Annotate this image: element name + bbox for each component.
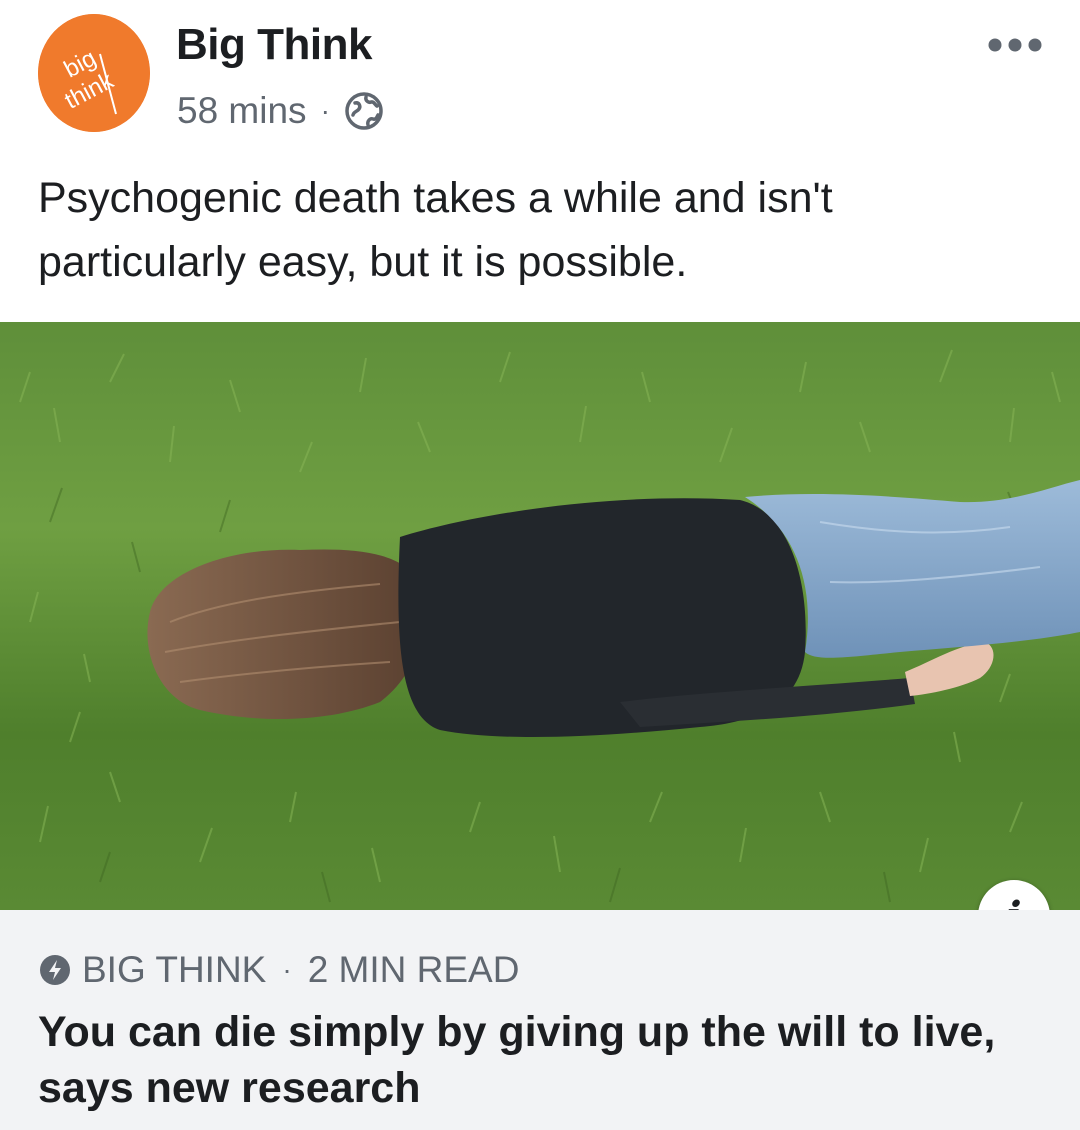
link-preview-image[interactable]: [0, 322, 1080, 910]
globe-icon[interactable]: [344, 91, 384, 131]
link-separator: ·: [282, 954, 292, 985]
big-think-logo-icon: big think: [38, 14, 150, 132]
meta-separator: ·: [320, 95, 330, 126]
link-headline[interactable]: You can die simply by giving up the will…: [38, 1004, 1038, 1116]
timestamp[interactable]: 58 mins: [177, 90, 307, 132]
post-meta: 58 mins ·: [177, 86, 384, 136]
post-caption: Psychogenic death takes a while and isn'…: [38, 174, 833, 286]
page-avatar[interactable]: big think: [38, 14, 150, 132]
person-lying-in-grass-photo: [0, 322, 1080, 910]
link-preview-bar[interactable]: BIG THINK · 2 MIN READ You can die simpl…: [0, 910, 1080, 1130]
page-name-link[interactable]: Big Think: [176, 20, 372, 70]
more-horizontal-icon[interactable]: [978, 30, 1052, 60]
link-source-row: BIG THINK · 2 MIN READ: [38, 948, 519, 992]
post-header: big think Big Think 58 mins ·: [0, 0, 1080, 160]
facebook-post: big think Big Think 58 mins · Psychogeni…: [0, 0, 1080, 1130]
link-source: BIG THINK: [82, 949, 267, 990]
verified-link-icon: [40, 955, 70, 985]
read-time: 2 MIN READ: [307, 949, 520, 990]
